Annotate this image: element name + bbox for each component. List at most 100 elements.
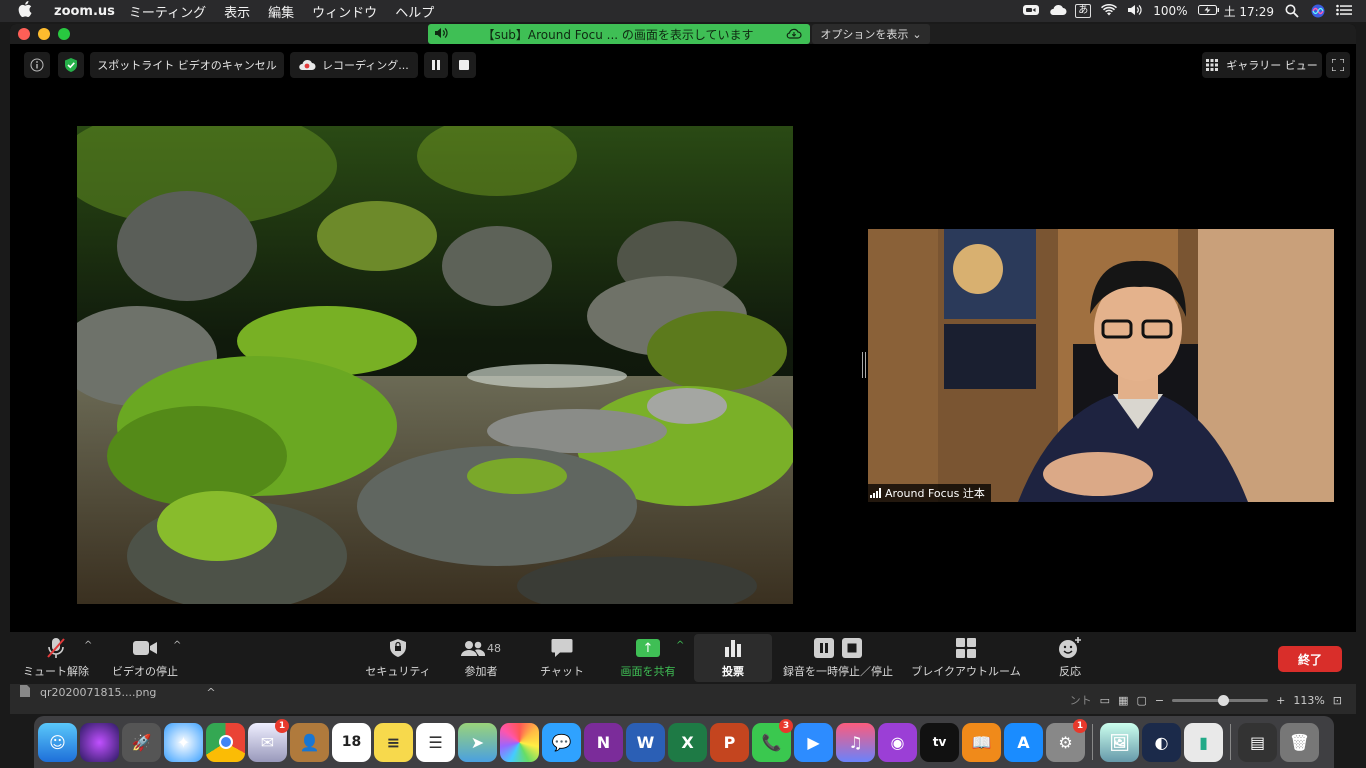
meeting-top-bar: スポットライト ビデオのキャンセル レコーディング... ギャラリー ビュー bbox=[10, 52, 1356, 80]
share-options-caret-icon[interactable]: ^ bbox=[676, 640, 684, 651]
background-file-item[interactable]: qr2020071815....png ^ bbox=[20, 685, 216, 700]
meeting-info-button[interactable] bbox=[24, 52, 50, 78]
menu-window[interactable]: ウィンドウ bbox=[312, 2, 377, 21]
calendar-icon[interactable]: 18 bbox=[332, 722, 371, 762]
gallery-view-label: ギャラリー ビュー bbox=[1226, 59, 1318, 72]
stop-video-label: ビデオの停止 bbox=[112, 665, 178, 678]
unmute-button[interactable]: ミュート解除 bbox=[22, 634, 90, 682]
audio-options-caret-icon[interactable]: ^ bbox=[84, 640, 92, 651]
window-minimize-button[interactable] bbox=[38, 28, 50, 40]
wifi-icon[interactable] bbox=[1101, 3, 1118, 18]
cancel-spotlight-button[interactable]: スポットライト ビデオのキャンセル bbox=[90, 52, 284, 78]
menu-help[interactable]: ヘルプ bbox=[395, 2, 434, 21]
menu-edit[interactable]: 編集 bbox=[268, 2, 294, 21]
view-options-button[interactable]: オプションを表示 ⌄ bbox=[812, 24, 930, 44]
zoom-slider[interactable] bbox=[1172, 694, 1269, 706]
pause-stop-recording-button[interactable]: 録音を一時停止／停止 bbox=[780, 634, 896, 682]
contacts-icon[interactable]: 👤 bbox=[290, 722, 329, 762]
encryption-status-button[interactable] bbox=[58, 52, 84, 78]
facetime-icon[interactable]: 📞 3 bbox=[752, 718, 793, 762]
chat-label: チャット bbox=[540, 665, 584, 678]
podcasts-icon[interactable]: ◉ bbox=[878, 722, 917, 762]
word-icon[interactable]: W bbox=[626, 722, 665, 762]
safari-icon[interactable]: ✦ bbox=[164, 722, 203, 762]
zoom-app-icon[interactable]: ▶ bbox=[794, 722, 833, 762]
video-panel-splitter[interactable] bbox=[862, 352, 866, 378]
app-store-icon[interactable]: A bbox=[1004, 722, 1043, 762]
fit-window-icon[interactable]: ⊡ bbox=[1333, 694, 1342, 707]
launchpad-icon[interactable]: 🚀 bbox=[122, 722, 161, 762]
powerpoint-icon[interactable]: P bbox=[710, 722, 749, 762]
collapse-caret-icon[interactable]: ^ bbox=[206, 686, 215, 699]
system-preferences-icon[interactable]: ⚙ 1 bbox=[1046, 718, 1087, 762]
input-method-icon[interactable]: あ bbox=[1075, 4, 1092, 18]
fullscreen-button[interactable] bbox=[1326, 52, 1350, 78]
stop-recording-button[interactable] bbox=[452, 52, 476, 78]
finder-icon[interactable]: ☺ bbox=[38, 722, 77, 762]
reactions-label: 反応 bbox=[1059, 665, 1081, 678]
grid-view-icon[interactable]: ▦ bbox=[1118, 694, 1128, 707]
notes-icon[interactable]: ≡ bbox=[374, 722, 413, 762]
siri-app-icon[interactable] bbox=[80, 722, 119, 762]
appletv-icon[interactable]: tv bbox=[920, 722, 959, 762]
grid-icon bbox=[1206, 59, 1219, 71]
polling-label: 投票 bbox=[722, 665, 744, 678]
end-meeting-button[interactable]: 終了 bbox=[1278, 646, 1342, 672]
maps-icon[interactable]: ➤ bbox=[458, 722, 497, 762]
pause-stop-recording-label: 録音を一時停止／停止 bbox=[783, 665, 893, 678]
zoom-slider-knob[interactable] bbox=[1218, 694, 1230, 706]
share-screen-button[interactable]: ↑ 画面を共有 bbox=[614, 634, 682, 682]
camo-app-icon[interactable]: ◐ bbox=[1142, 722, 1181, 762]
zoom-status-icon[interactable] bbox=[1023, 4, 1040, 18]
mossy-stream-image bbox=[77, 126, 793, 604]
window-close-button[interactable] bbox=[18, 28, 30, 40]
participants-button[interactable]: 48 参加者 bbox=[456, 634, 506, 682]
menu-meeting[interactable]: ミーティング bbox=[129, 2, 206, 21]
zoom-meeting-window: 【sub】Around Focu ... の画面を表示しています オプションを表… bbox=[10, 24, 1356, 684]
chat-button[interactable]: チャット bbox=[534, 634, 590, 682]
participant-video[interactable]: Around Focus 辻本 bbox=[868, 229, 1334, 502]
recording-status-button[interactable]: レコーディング... bbox=[290, 52, 418, 78]
preview-icon[interactable]: 🖼 bbox=[1100, 722, 1139, 762]
pause-recording-button[interactable] bbox=[424, 52, 448, 78]
apple-icon[interactable] bbox=[18, 1, 40, 21]
notification-center-icon[interactable] bbox=[1336, 4, 1352, 18]
breakout-rooms-button[interactable]: ブレイクアウトルーム bbox=[908, 634, 1024, 682]
icloud-icon[interactable] bbox=[1049, 4, 1067, 18]
excel-icon[interactable]: X bbox=[668, 722, 707, 762]
music-icon[interactable]: ♫ bbox=[836, 722, 875, 762]
numbers-chart-icon[interactable]: ▮ bbox=[1184, 722, 1223, 762]
dock-separator-2 bbox=[1230, 724, 1231, 760]
books-icon[interactable]: 📖 bbox=[962, 722, 1001, 762]
reminders-icon[interactable]: ☰ bbox=[416, 722, 455, 762]
gallery-view-button[interactable]: ギャラリー ビュー bbox=[1202, 52, 1322, 78]
volume-icon[interactable] bbox=[1127, 4, 1143, 18]
polling-button[interactable]: 投票 bbox=[694, 634, 772, 682]
page-view-icon[interactable]: ▭ bbox=[1100, 694, 1110, 707]
zoom-in-icon[interactable]: + bbox=[1276, 694, 1285, 707]
mail-icon[interactable]: ✉ 1 bbox=[248, 718, 289, 762]
menu-view[interactable]: 表示 bbox=[224, 2, 250, 21]
stop-video-button[interactable]: ビデオの停止 bbox=[110, 634, 180, 682]
window-fullscreen-button[interactable] bbox=[58, 28, 70, 40]
trash-icon[interactable]: 🗑 bbox=[1280, 722, 1319, 762]
present-icon[interactable]: ▢ bbox=[1136, 694, 1146, 707]
messages-icon[interactable]: 💬 bbox=[542, 722, 581, 762]
onenote-icon[interactable]: N bbox=[584, 722, 623, 762]
reactions-button[interactable]: 反応 bbox=[1046, 634, 1094, 682]
menubar-clock[interactable]: 土 17:29 bbox=[1224, 3, 1274, 20]
chrome-icon[interactable] bbox=[206, 722, 245, 762]
video-options-caret-icon[interactable]: ^ bbox=[173, 640, 181, 651]
spotlight-search-icon[interactable] bbox=[1284, 4, 1300, 18]
security-button[interactable]: セキュリティ bbox=[362, 634, 434, 682]
appletv-label: tv bbox=[932, 735, 947, 749]
participant-name-tag: Around Focus 辻本 bbox=[868, 484, 991, 502]
battery-icon[interactable] bbox=[1197, 4, 1219, 18]
pause-square-icon bbox=[814, 638, 834, 658]
menu-app-name[interactable]: zoom.us bbox=[54, 4, 115, 19]
info-icon bbox=[30, 58, 44, 72]
photos-icon[interactable] bbox=[500, 722, 539, 762]
minimized-window-icon[interactable]: ▤ bbox=[1238, 722, 1277, 762]
zoom-out-icon[interactable]: − bbox=[1155, 694, 1164, 707]
siri-icon[interactable] bbox=[1310, 4, 1326, 18]
